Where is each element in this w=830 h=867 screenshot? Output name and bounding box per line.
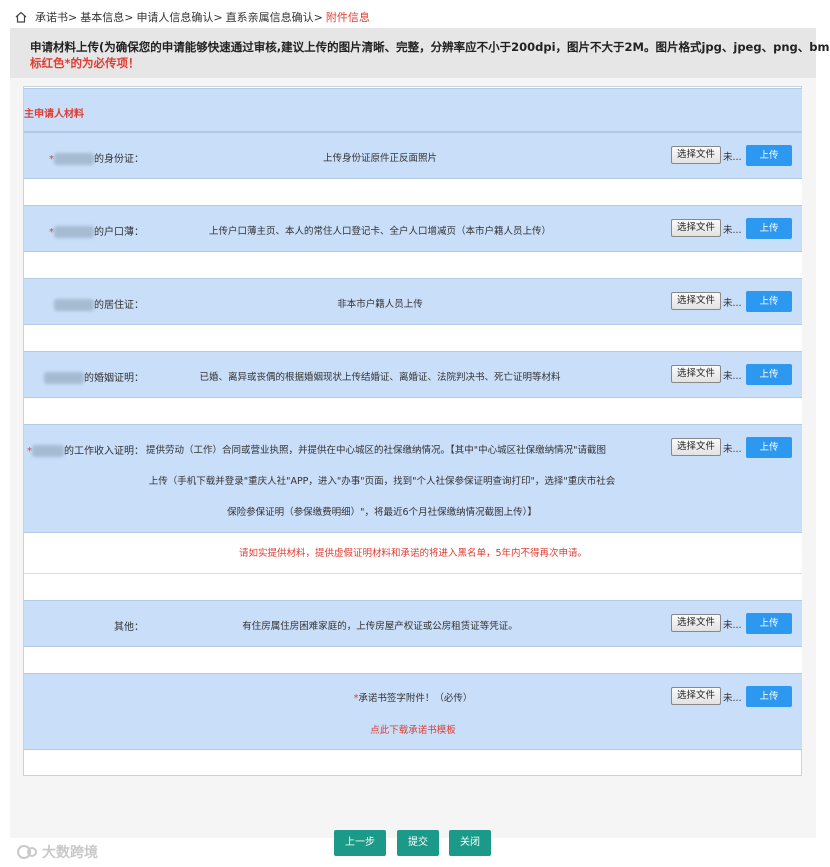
row-desc-other: 有住房属住房困难家庭的，上传房屋产权证或公房租赁证等凭证。: [242, 621, 518, 632]
row-spacer: [24, 398, 802, 424]
notice-required-hint: 标红色*的为必传项！: [30, 56, 140, 70]
upload-button[interactable]: 上传: [746, 437, 792, 458]
upload-button[interactable]: 上传: [746, 218, 792, 239]
choose-file-button[interactable]: 选择文件: [671, 438, 721, 456]
choose-file-button[interactable]: 选择文件: [671, 219, 721, 237]
breadcrumb-relatives-confirm[interactable]: 直系亲属信息确认>: [226, 9, 323, 25]
section-header-band: [24, 88, 802, 132]
notice-line-1: 申请材料上传(为确保您的申请能够快速通过审核,建议上传的图片清晰、完整，分辨率应…: [30, 40, 830, 54]
redacted-name: [54, 153, 94, 165]
file-status: 未...: [723, 298, 742, 309]
download-template-link[interactable]: 点此下载承诺书模板: [24, 722, 802, 736]
redacted-name: [54, 299, 94, 311]
breadcrumb: 承诺书> 基本信息> 申请人信息确认> 直系亲属信息确认> 附件信息: [14, 8, 370, 26]
row-desc-income-proof-line1: 提供劳动（工作）合同或营业执照，并提供在中心城区的社保缴纳情况。【其中"中心城区…: [146, 445, 606, 456]
upload-button[interactable]: 上传: [746, 291, 792, 312]
row-desc-marriage-proof: 已婚、离异或丧偶的根据婚姻现状上传结婚证、离婚证、法院判决书、死亡证明等材料: [199, 372, 561, 383]
label-text: 的工作收入证明：: [64, 446, 144, 457]
row-spacer: [24, 179, 802, 205]
prev-step-button[interactable]: 上一步: [334, 830, 386, 856]
breadcrumb-basic-info[interactable]: 基本信息>: [80, 9, 133, 25]
file-status: 未...: [723, 225, 742, 236]
row-label-other: 其他：: [114, 622, 144, 633]
label-text: 的婚姻证明：: [84, 373, 144, 384]
row-label-hukou: * 的户口薄：: [30, 223, 144, 238]
label-text: 的身份证：: [94, 154, 144, 165]
redacted-name: [44, 372, 84, 384]
row-spacer: [24, 573, 802, 601]
submit-button[interactable]: 提交: [397, 830, 439, 856]
file-status: 未...: [723, 620, 742, 631]
upload-button[interactable]: 上传: [746, 613, 792, 634]
upload-notice: 申请材料上传(为确保您的申请能够快速通过审核,建议上传的图片清晰、完整，分辨率应…: [10, 28, 830, 78]
row-desc-income-proof-line2: 上传（手机下载并登录"重庆人社"APP，进入"办事"页面，找到"个人社保参保证明…: [148, 476, 616, 487]
row-signature: [24, 673, 802, 750]
section-title: 主申请人材料: [24, 109, 84, 120]
row-desc-hukou: 上传户口薄主页、本人的常住人口登记卡、全户人口增减页（本市户籍人员上传）: [208, 226, 551, 237]
signature-text: 承诺书签字附件！（必传）: [358, 693, 473, 704]
row-label-income-proof: * 的工作收入证明：: [26, 442, 144, 457]
choose-file-button[interactable]: 选择文件: [671, 687, 721, 705]
breadcrumb-applicant-confirm[interactable]: 申请人信息确认>: [136, 9, 222, 25]
row-desc-residence-permit: 非本市户籍人员上传: [337, 299, 423, 310]
row-spacer: [24, 325, 802, 351]
row-spacer: [24, 647, 802, 673]
file-status: 未...: [723, 152, 742, 163]
false-info-warning: 请如实提供材料，提供虚假证明材料和承诺的将进入黑名单，5年内不得再次申请。: [238, 548, 588, 559]
row-label-id-card: * 的身份证：: [30, 150, 144, 165]
row-spacer: [24, 252, 802, 278]
label-text: 的居住证：: [94, 300, 144, 311]
file-status: 未...: [723, 444, 742, 455]
choose-file-button[interactable]: 选择文件: [671, 614, 721, 632]
breadcrumb-current: 附件信息: [325, 11, 370, 24]
choose-file-button[interactable]: 选择文件: [671, 365, 721, 383]
watermark: 大数跨境: [16, 842, 98, 862]
redacted-name: [54, 226, 94, 238]
close-button[interactable]: 关闭: [449, 830, 491, 856]
label-text: 的户口薄：: [94, 227, 144, 238]
upload-button[interactable]: 上传: [746, 686, 792, 707]
watermark-logo-icon: [17, 845, 37, 859]
file-status: 未...: [723, 693, 742, 704]
choose-file-button[interactable]: 选择文件: [671, 292, 721, 310]
choose-file-button[interactable]: 选择文件: [671, 146, 721, 164]
watermark-text: 大数跨境: [42, 845, 98, 861]
upload-button[interactable]: 上传: [746, 145, 792, 166]
breadcrumb-commitment[interactable]: 承诺书>: [35, 9, 77, 25]
file-status: 未...: [723, 371, 742, 382]
row-desc-income-proof-line3: 保险参保证明（参保缴费明细）"，将最近6个月社保缴纳情况截图上传）】: [227, 507, 537, 518]
home-icon[interactable]: [14, 10, 28, 24]
redacted-name: [32, 445, 64, 457]
upload-button[interactable]: 上传: [746, 364, 792, 385]
row-desc-id-card: 上传身份证原件正反面照片: [322, 153, 437, 164]
row-label-marriage-proof: 的婚姻证明：: [30, 369, 144, 384]
row-label-residence-permit: 的居住证：: [30, 296, 144, 311]
